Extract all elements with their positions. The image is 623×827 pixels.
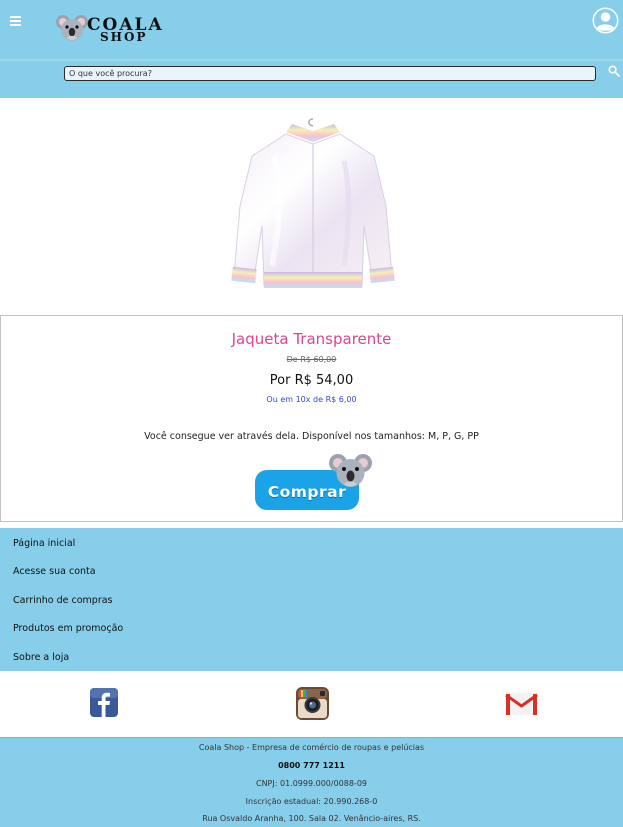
product-description: Você consegue ver através dela. Disponív… [144,431,479,442]
facebook-icon[interactable] [90,688,118,717]
footer-company: Coala Shop - Empresa de comércio de roup… [198,743,425,752]
current-price: Por R$ 54,00 [269,373,354,388]
header: COALA SHOP [0,0,623,98]
old-price: De R$ 60,00 [286,355,337,364]
footer-cnpj: CNPJ: 01.0999.000/0088-09 [255,779,367,788]
product-card: Jaqueta Transparente De R$ 60,00 Por R$ … [0,315,623,522]
social-links [0,671,623,737]
nav-item-cart[interactable]: Carrinho de compras [13,595,113,606]
footer-navigation: Página inicial Acesse sua conta Carrinho… [0,528,623,671]
koala-icon [329,454,372,487]
search-input[interactable] [64,66,596,81]
instagram-icon[interactable] [296,687,329,720]
footer-phone: 0800 777 1211 [278,761,345,770]
product-image-jacket [231,118,395,288]
footer-address: Rua Osvaldo Aranha, 100. Sala 02. Venânc… [202,814,421,823]
nav-item-about[interactable]: Sobre a loja [13,652,69,663]
logo-text-shop: SHOP [100,30,148,44]
footer: Coala Shop - Empresa de comércio de roup… [0,737,623,827]
koala-logo-icon [56,15,88,41]
search-icon[interactable] [608,65,620,77]
logo[interactable]: COALA SHOP [56,13,174,45]
header-divider [0,59,623,61]
nav-item-account[interactable]: Acesse sua conta [13,566,96,577]
installments-price: Ou em 10x de R$ 6,00 [266,395,357,404]
product-name: Jaqueta Transparente [231,330,392,348]
user-account-icon[interactable] [592,7,619,34]
hamburger-menu-icon[interactable] [10,16,21,26]
footer-state-registration: Inscrição estadual: 20.990.268-0 [245,797,378,806]
nav-item-home[interactable]: Página inicial [13,538,75,549]
gmail-icon[interactable] [505,691,538,716]
nav-item-promotions[interactable]: Produtos em promoção [13,623,123,634]
